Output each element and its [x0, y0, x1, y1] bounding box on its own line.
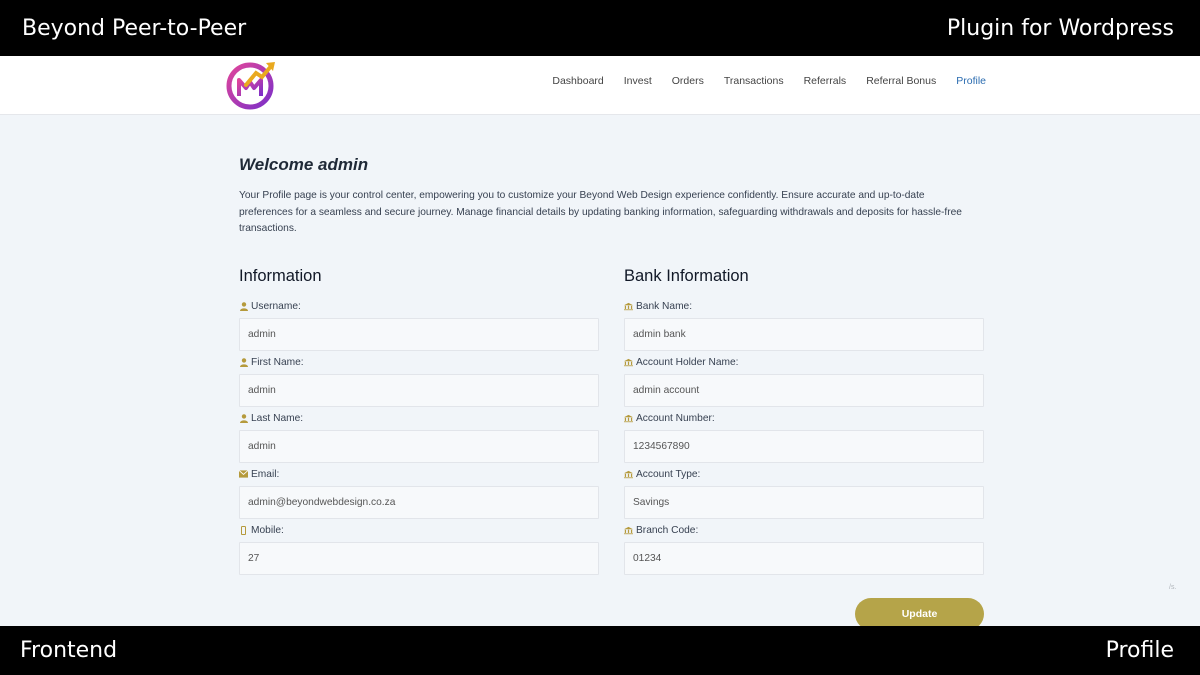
nav-dashboard[interactable]: Dashboard: [552, 75, 603, 87]
username-label: Username:: [239, 297, 599, 315]
last-name-group: Last Name:: [239, 409, 599, 465]
bank-information-section: Bank Information Bank Name: Account Hold…: [624, 267, 984, 577]
account-holder-input[interactable]: [624, 374, 984, 407]
account-number-input[interactable]: [624, 430, 984, 463]
username-input[interactable]: [239, 318, 599, 351]
mobile-label: Mobile:: [239, 521, 599, 539]
account-holder-group: Account Holder Name:: [624, 353, 984, 409]
intro-text: Your Profile page is your control center…: [239, 190, 962, 234]
nav-referral-bonus[interactable]: Referral Bonus: [866, 75, 936, 87]
email-group: Email:: [239, 465, 599, 521]
email-label: Email:: [239, 465, 599, 483]
nav-profile[interactable]: Profile: [956, 75, 986, 87]
account-type-label: Account Type:: [624, 465, 984, 483]
account-type-group: Account Type:: [624, 465, 984, 521]
first-name-group: First Name:: [239, 353, 599, 409]
username-group: Username:: [239, 297, 599, 353]
banner-title: Beyond Peer-to-Peer: [22, 15, 247, 41]
page-title: Welcome admin: [239, 155, 369, 174]
nav-invest[interactable]: Invest: [624, 75, 652, 87]
branch-code-input[interactable]: [624, 542, 984, 575]
nav-orders[interactable]: Orders: [672, 75, 704, 87]
account-type-input[interactable]: [624, 486, 984, 519]
nav-transactions[interactable]: Transactions: [724, 75, 784, 87]
account-number-group: Account Number:: [624, 409, 984, 465]
branch-code-label: Branch Code:: [624, 521, 984, 539]
branch-code-group: Branch Code:: [624, 521, 984, 577]
main-nav: Dashboard Invest Orders Transactions Ref…: [532, 56, 986, 106]
banner-page-label: Profile: [1105, 638, 1174, 663]
nav-referrals[interactable]: Referrals: [804, 75, 847, 87]
bank-icon: [624, 302, 633, 311]
corner-text: /s.: [1169, 584, 1177, 591]
user-icon: [239, 357, 248, 367]
envelope-icon: [239, 470, 248, 478]
first-name-label: First Name:: [239, 353, 599, 371]
first-name-input[interactable]: [239, 374, 599, 407]
bank-icon: [624, 526, 633, 535]
user-icon: [239, 413, 248, 423]
last-name-label: Last Name:: [239, 409, 599, 427]
bottom-banner: Frontend Profile: [0, 626, 1200, 675]
information-heading: Information: [239, 267, 322, 285]
user-icon: [239, 301, 248, 311]
bank-icon: [624, 358, 633, 367]
bank-name-input[interactable]: [624, 318, 984, 351]
last-name-input[interactable]: [239, 430, 599, 463]
banner-section-label: Frontend: [20, 638, 118, 663]
mobile-group: Mobile:: [239, 521, 599, 577]
bank-name-label: Bank Name:: [624, 297, 984, 315]
account-number-label: Account Number:: [624, 409, 984, 427]
site-logo[interactable]: [226, 58, 278, 110]
mobile-input[interactable]: [239, 542, 599, 575]
site-header: Dashboard Invest Orders Transactions Ref…: [0, 56, 1200, 115]
bank-name-group: Bank Name:: [624, 297, 984, 353]
bank-icon: [624, 470, 633, 479]
account-holder-label: Account Holder Name:: [624, 353, 984, 371]
bank-information-heading: Bank Information: [624, 267, 749, 285]
mobile-icon: [239, 525, 248, 535]
top-banner: Beyond Peer-to-Peer Plugin for Wordpress: [0, 0, 1200, 56]
banner-subtitle: Plugin for Wordpress: [946, 15, 1174, 41]
email-field[interactable]: [239, 486, 599, 519]
information-section: Information Username: First Name: Last N…: [239, 267, 599, 577]
logo-icon: [226, 62, 275, 110]
bank-icon: [624, 414, 633, 423]
